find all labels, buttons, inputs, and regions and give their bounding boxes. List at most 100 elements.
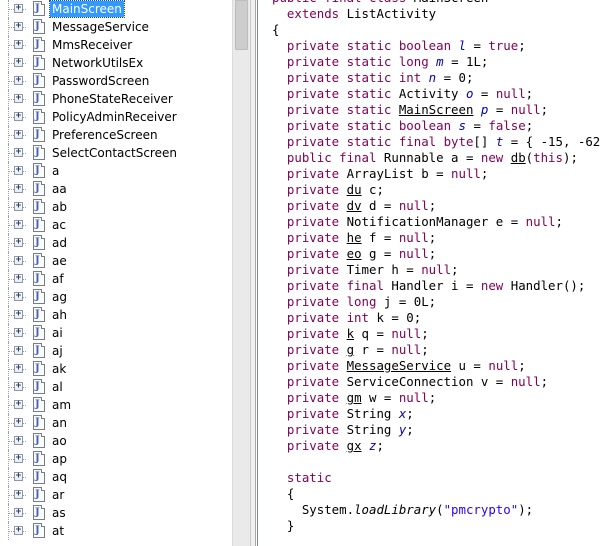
expand-plus-icon[interactable]: + bbox=[14, 166, 23, 175]
tree-node-ao[interactable]: + ao bbox=[0, 432, 232, 450]
tree-node-label[interactable]: ad bbox=[50, 235, 69, 251]
tree-node-ap[interactable]: + ap bbox=[0, 450, 232, 468]
expand-plus-icon[interactable]: + bbox=[14, 364, 23, 373]
expand-plus-icon[interactable]: + bbox=[14, 400, 23, 409]
tree-node-af[interactable]: + af bbox=[0, 270, 232, 288]
tree-node-label[interactable]: ae bbox=[50, 253, 69, 269]
tree-node-passwordscreen[interactable]: + PasswordScreen bbox=[0, 72, 232, 90]
scrollbar-thumb[interactable] bbox=[235, 0, 248, 50]
code-type-reference: du bbox=[346, 182, 362, 197]
expand-plus-icon[interactable]: + bbox=[14, 526, 23, 535]
expand-plus-icon[interactable]: + bbox=[14, 454, 23, 463]
tree-node-as[interactable]: + as bbox=[0, 504, 232, 522]
tree-node-aq[interactable]: + aq bbox=[0, 468, 232, 486]
tree-node-preferencescreen[interactable]: + PreferenceScreen bbox=[0, 126, 232, 144]
expand-plus-icon[interactable]: + bbox=[14, 274, 23, 283]
tree-node-messageservice[interactable]: + MessageService bbox=[0, 18, 232, 36]
expand-plus-icon[interactable]: + bbox=[14, 22, 23, 31]
tree-node-ae[interactable]: + ae bbox=[0, 252, 232, 270]
expand-plus-icon[interactable]: + bbox=[14, 382, 23, 391]
tree-node-policyadminreceiver[interactable]: + PolicyAdminReceiver bbox=[0, 108, 232, 126]
java-class-file-icon bbox=[33, 91, 45, 106]
expand-plus-icon[interactable]: + bbox=[14, 418, 23, 427]
tree-node-am[interactable]: + am bbox=[0, 396, 232, 414]
expand-plus-icon[interactable]: + bbox=[14, 472, 23, 481]
tree-node-ac[interactable]: + ac bbox=[0, 216, 232, 234]
expand-plus-icon[interactable]: + bbox=[14, 94, 23, 103]
tree-node-label[interactable]: PolicyAdminReceiver bbox=[50, 109, 179, 125]
code-keyword: null bbox=[510, 374, 541, 389]
expand-plus-icon[interactable]: + bbox=[14, 202, 23, 211]
tree-node-label[interactable]: ao bbox=[50, 433, 69, 449]
expand-plus-icon[interactable]: + bbox=[14, 112, 23, 121]
tree-node-aa[interactable]: + aa bbox=[0, 180, 232, 198]
code-type-reference: gx bbox=[346, 438, 362, 453]
expand-plus-icon[interactable]: + bbox=[14, 436, 23, 445]
tree-node-label[interactable]: NetworkUtilsEx bbox=[50, 55, 145, 71]
code-line: private int k = 0; bbox=[272, 310, 602, 326]
tree-node-label[interactable]: PreferenceScreen bbox=[50, 127, 160, 143]
tree-node-label[interactable]: PhoneStateReceiver bbox=[50, 91, 175, 107]
tree-node-label[interactable]: ai bbox=[50, 325, 65, 341]
tree-node-ar[interactable]: + ar bbox=[0, 486, 232, 504]
tree-node-al[interactable]: + al bbox=[0, 378, 232, 396]
code-editor[interactable]: public final class MainScreen extends Li… bbox=[262, 0, 602, 546]
tree-node-a[interactable]: +a bbox=[0, 162, 232, 180]
tree-node-label[interactable]: ah bbox=[50, 307, 69, 323]
expand-plus-icon[interactable]: + bbox=[14, 4, 23, 13]
tree-node-ad[interactable]: + ad bbox=[0, 234, 232, 252]
expand-plus-icon[interactable]: + bbox=[14, 508, 23, 517]
tree-node-label[interactable]: an bbox=[50, 415, 69, 431]
expand-plus-icon[interactable]: + bbox=[14, 130, 23, 139]
tree-node-label[interactable]: MmsReceiver bbox=[50, 37, 134, 53]
expand-plus-icon[interactable]: + bbox=[14, 76, 23, 85]
tree-node-label[interactable]: PasswordScreen bbox=[50, 73, 151, 89]
tree-node-ah[interactable]: + ah bbox=[0, 306, 232, 324]
tree-node-aj[interactable]: + aj bbox=[0, 342, 232, 360]
tree-node-label[interactable]: MainScreen bbox=[49, 0, 125, 18]
tree-node-label[interactable]: al bbox=[50, 379, 65, 395]
tree-node-label[interactable]: ap bbox=[50, 451, 69, 467]
expand-plus-icon[interactable]: + bbox=[14, 238, 23, 247]
tree-node-label[interactable]: SelectContactScreen bbox=[50, 145, 179, 161]
expand-plus-icon[interactable]: + bbox=[14, 310, 23, 319]
tree-node-ag[interactable]: + ag bbox=[0, 288, 232, 306]
tree-node-ai[interactable]: + ai bbox=[0, 324, 232, 342]
expand-plus-icon[interactable]: + bbox=[14, 58, 23, 67]
tree-node-an[interactable]: + an bbox=[0, 414, 232, 432]
tree-node-label[interactable]: ac bbox=[50, 217, 68, 233]
expand-plus-icon[interactable]: + bbox=[14, 490, 23, 499]
tree-node-label[interactable]: ak bbox=[50, 361, 68, 377]
tree-node-label[interactable]: aa bbox=[50, 181, 69, 197]
expand-plus-icon[interactable]: + bbox=[14, 148, 23, 157]
tree-node-label[interactable]: a bbox=[50, 163, 61, 179]
tree-node-label[interactable]: ag bbox=[50, 289, 69, 305]
expand-plus-icon[interactable]: + bbox=[14, 328, 23, 337]
expand-plus-icon[interactable]: + bbox=[14, 256, 23, 265]
tree-node-phonestatereceiver[interactable]: + PhoneStateReceiver bbox=[0, 90, 232, 108]
tree-node-label[interactable]: am bbox=[50, 397, 73, 413]
tree-node-label[interactable]: aq bbox=[50, 469, 69, 485]
tree-node-label[interactable]: as bbox=[50, 505, 68, 521]
tree-node-ab[interactable]: + ab bbox=[0, 198, 232, 216]
java-class-file-icon bbox=[33, 271, 45, 286]
tree-node-mainscreen[interactable]: + MainScreen bbox=[0, 0, 232, 18]
tree-node-label[interactable]: ar bbox=[50, 487, 66, 503]
tree-node-selectcontactscreen[interactable]: + SelectContactScreen bbox=[0, 144, 232, 162]
tree-node-mmsreceiver[interactable]: + MmsReceiver bbox=[0, 36, 232, 54]
tree-node-ak[interactable]: + ak bbox=[0, 360, 232, 378]
tree-vertical-scrollbar[interactable] bbox=[232, 0, 250, 546]
expand-plus-icon[interactable]: + bbox=[14, 292, 23, 301]
tree-node-networkutilsex[interactable]: + NetworkUtilsEx bbox=[0, 54, 232, 72]
pane-splitter[interactable] bbox=[250, 0, 256, 546]
tree-node-label[interactable]: at bbox=[50, 523, 66, 539]
tree-node-label[interactable]: ab bbox=[50, 199, 69, 215]
expand-plus-icon[interactable]: + bbox=[14, 346, 23, 355]
expand-plus-icon[interactable]: + bbox=[14, 220, 23, 229]
expand-plus-icon[interactable]: + bbox=[14, 184, 23, 193]
tree-node-label[interactable]: af bbox=[50, 271, 66, 287]
tree-node-label[interactable]: aj bbox=[50, 343, 65, 359]
tree-node-at[interactable]: + at bbox=[0, 522, 232, 540]
expand-plus-icon[interactable]: + bbox=[14, 40, 23, 49]
tree-node-label[interactable]: MessageService bbox=[50, 19, 151, 35]
